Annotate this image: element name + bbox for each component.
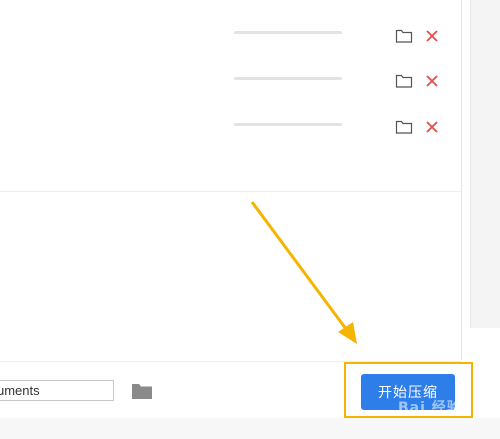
close-icon[interactable]: [424, 119, 440, 135]
close-icon[interactable]: [424, 73, 440, 89]
window-bottom-strip: [0, 418, 500, 439]
progress-track: [234, 123, 342, 126]
close-icon[interactable]: [424, 28, 440, 44]
side-panel-background: [470, 0, 500, 328]
panel-divider: [461, 0, 462, 360]
folder-icon[interactable]: [395, 28, 413, 44]
list-divider: [0, 191, 462, 192]
progress-track: [234, 77, 342, 80]
folder-icon[interactable]: [395, 119, 413, 135]
output-path-input[interactable]: [0, 380, 114, 401]
folder-icon[interactable]: [395, 73, 413, 89]
start-compress-button[interactable]: 开始压缩: [361, 374, 455, 410]
progress-track: [234, 31, 342, 34]
folder-icon[interactable]: [131, 382, 153, 400]
